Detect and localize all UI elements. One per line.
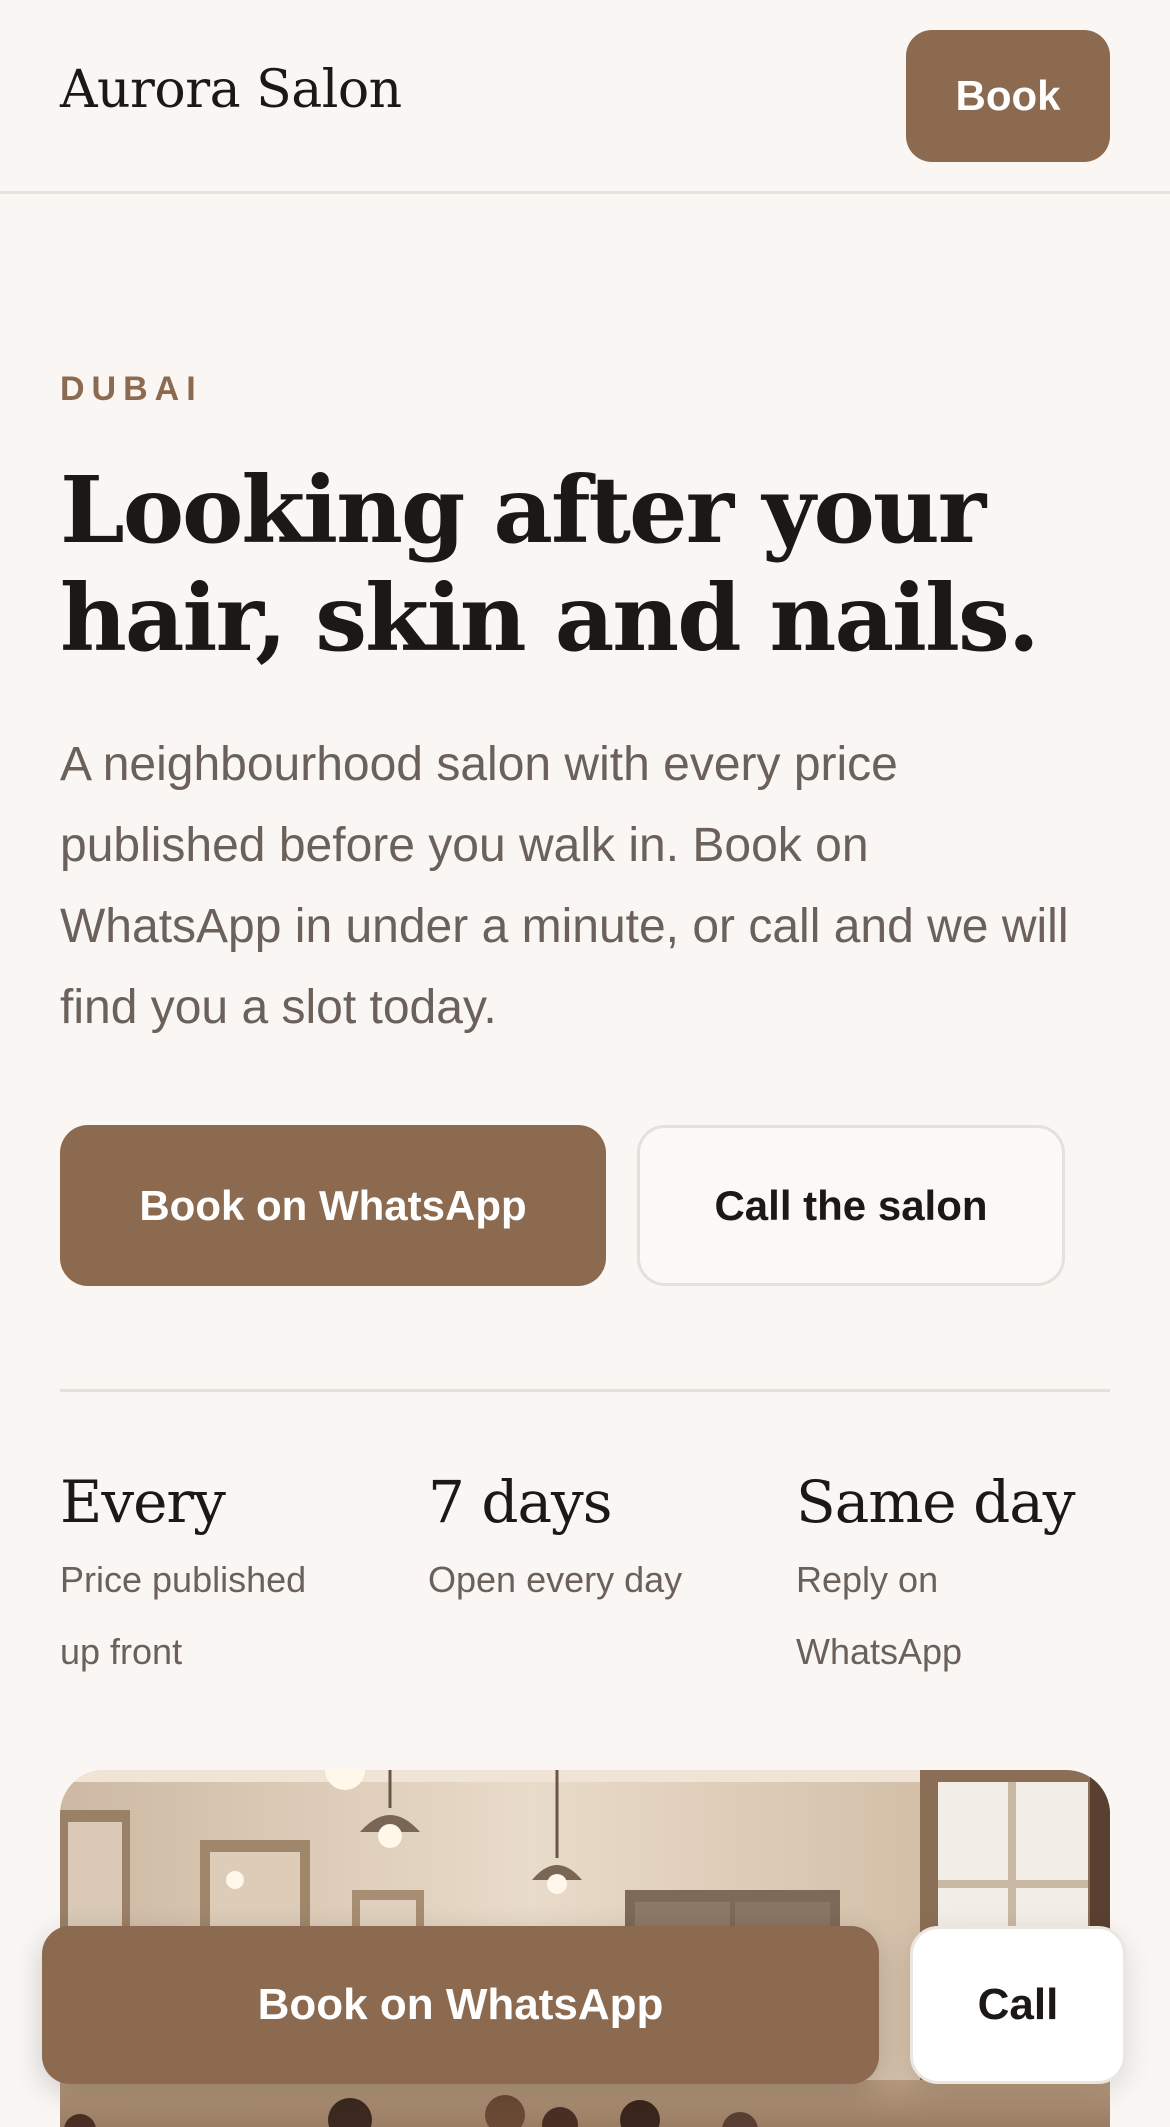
sticky-book-whatsapp-button[interactable]: Book on WhatsApp	[42, 1926, 879, 2084]
section-divider	[60, 1389, 1110, 1392]
sticky-call-button[interactable]: Call	[910, 1926, 1126, 2084]
hero-title: Looking after your hair, skin and nails.	[60, 456, 1040, 672]
location-eyebrow: DUBAI	[60, 370, 203, 408]
brand-logo[interactable]: Aurora Salon	[60, 60, 402, 120]
call-salon-button[interactable]: Call the salon	[637, 1125, 1065, 1286]
stat-reply-time: Same day Reply on WhatsApp	[796, 1466, 1136, 1688]
site-header: Aurora Salon Book	[0, 0, 1170, 194]
stat-value: Same day	[796, 1468, 1076, 1536]
stat-opening-days: 7 days Open every day	[428, 1466, 768, 1616]
header-book-button[interactable]: Book	[906, 30, 1110, 162]
stat-value: Every	[60, 1468, 226, 1536]
stat-prices: Every Price published up front	[60, 1466, 400, 1688]
book-whatsapp-button[interactable]: Book on WhatsApp	[60, 1125, 606, 1286]
stat-label: Reply on WhatsApp	[796, 1559, 963, 1672]
stat-value: 7 days	[428, 1468, 613, 1536]
hero-description: A neighbourhood salon with every price p…	[60, 738, 1069, 1034]
stat-label: Open every day	[428, 1559, 683, 1600]
stat-label: Price published up front	[60, 1559, 307, 1672]
